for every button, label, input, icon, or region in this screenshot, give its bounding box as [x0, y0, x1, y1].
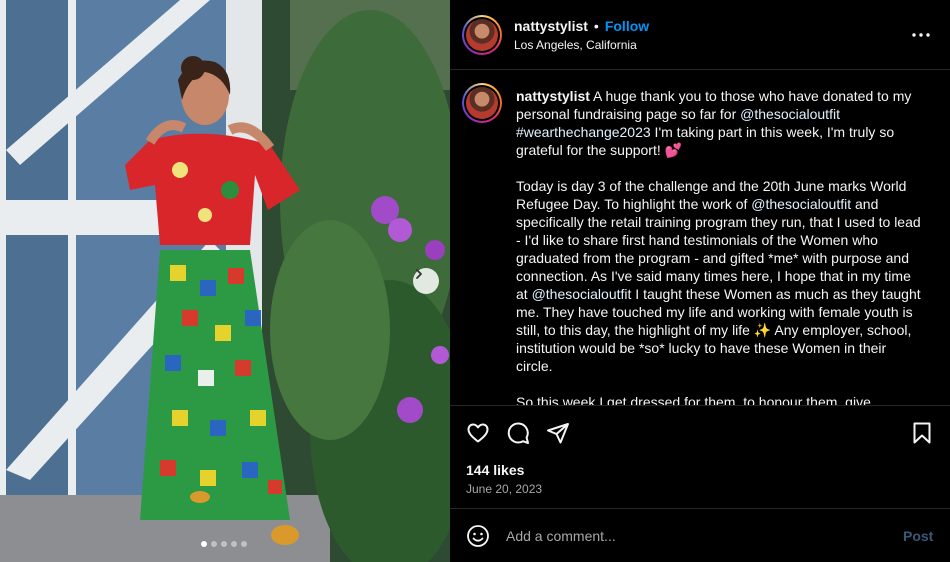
photo-illustration: [0, 0, 450, 562]
separator-dot: •: [593, 18, 599, 34]
post-date[interactable]: June 20, 2023: [466, 482, 542, 496]
carousel-dot: [201, 541, 207, 547]
carousel-dot: [211, 541, 217, 547]
heart-icon: [467, 423, 489, 443]
comment-bar: Post: [450, 508, 950, 562]
author-username[interactable]: nattystylist: [514, 18, 588, 34]
caption-author-avatar[interactable]: [462, 83, 502, 123]
emoji-icon: [467, 525, 489, 547]
follow-button[interactable]: Follow: [605, 18, 649, 34]
carousel-dot: [221, 541, 227, 547]
comment-icon: [507, 422, 529, 444]
carousel-dot: [241, 541, 247, 547]
caption-text: So this week I get dressed for them, to …: [516, 394, 871, 405]
emoji-button[interactable]: [466, 524, 490, 548]
mention-link[interactable]: @thesocialoutfit: [751, 196, 851, 212]
save-button[interactable]: [910, 421, 934, 445]
comment-input[interactable]: [506, 524, 886, 548]
post-comment-button[interactable]: Post: [903, 528, 933, 544]
caption-username[interactable]: nattystylist: [516, 88, 590, 104]
carousel-next-button[interactable]: [413, 268, 439, 294]
comment-button[interactable]: [506, 421, 530, 445]
post-photo[interactable]: [0, 0, 450, 562]
share-button[interactable]: [546, 421, 570, 445]
hashtag-link[interactable]: #wearthechange2023: [516, 124, 651, 140]
bookmark-icon: [913, 422, 931, 444]
mention-link[interactable]: @thesocialoutfit: [532, 286, 632, 302]
carousel-dot: [231, 541, 237, 547]
share-icon: [547, 423, 569, 444]
mention-link[interactable]: @thesocialoutfit: [740, 106, 840, 122]
post-location[interactable]: Los Angeles, California: [514, 38, 649, 52]
post-caption: nattystylist A huge thank you to those w…: [516, 87, 926, 405]
likes-count[interactable]: 144 likes: [466, 462, 524, 478]
post-header: nattystylist • Follow Los Angeles, Calif…: [450, 0, 950, 70]
chevron-right-icon: [416, 269, 422, 279]
more-horizontal-icon: [912, 33, 930, 37]
post-details-panel: nattystylist • Follow Los Angeles, Calif…: [450, 0, 950, 562]
action-bar: 144 likes June 20, 2023: [450, 405, 950, 508]
author-avatar[interactable]: [462, 15, 502, 55]
like-button[interactable]: [466, 421, 490, 445]
carousel-indicator: [201, 541, 247, 547]
more-options-button[interactable]: [910, 24, 932, 46]
caption-scroll-area[interactable]: nattystylist A huge thank you to those w…: [450, 71, 950, 405]
